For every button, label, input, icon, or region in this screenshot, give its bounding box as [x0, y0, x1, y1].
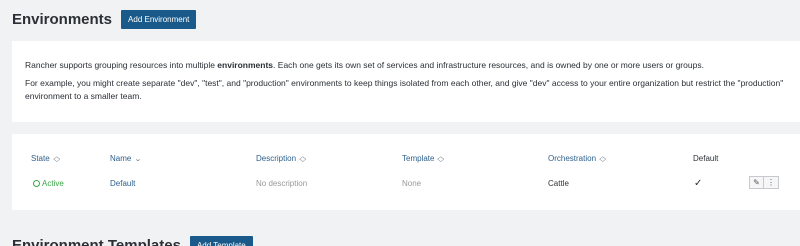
sort-icon: ◇	[299, 156, 307, 163]
state-badge: Active	[33, 179, 64, 188]
page-header: Environments Add Environment	[12, 10, 197, 29]
more-vertical-icon: ⋮	[767, 178, 775, 187]
column-header-name[interactable]: Name ⌄	[110, 154, 143, 163]
environment-description: No description	[256, 179, 308, 188]
add-template-button[interactable]: Add Template	[189, 236, 253, 246]
page-title: Environments	[12, 11, 113, 28]
sort-icon: ◇	[52, 156, 60, 163]
column-header-description[interactable]: Description ◇	[256, 154, 307, 163]
edit-button[interactable]: ✎	[749, 176, 764, 189]
more-actions-button[interactable]: ⋮	[764, 176, 779, 189]
sort-icon: ⌄	[134, 156, 143, 163]
active-circle-icon	[33, 180, 40, 187]
sort-icon: ◇	[437, 156, 445, 163]
environment-name-link[interactable]: Default	[110, 179, 135, 188]
pencil-icon: ✎	[753, 178, 760, 187]
row-actions: ✎ ⋮	[749, 176, 779, 189]
column-header-default: Default	[693, 154, 719, 163]
section-title: Environment Templates	[12, 237, 181, 246]
environment-template: None	[402, 179, 422, 188]
column-header-template[interactable]: Template ◇	[402, 154, 445, 163]
environment-orchestration: Cattle	[548, 179, 569, 188]
environments-table: State ◇ Name ⌄ Description ◇ Template ◇ Orch…	[12, 134, 800, 210]
add-environment-button[interactable]: Add Environment	[121, 10, 197, 29]
check-icon: ✓	[694, 178, 703, 189]
column-header-state[interactable]: State ◇	[31, 154, 60, 163]
sort-icon: ◇	[599, 156, 607, 163]
info-box: Rancher supports grouping resources into…	[12, 41, 800, 122]
info-paragraph-2: For example, you might create separate "…	[25, 78, 784, 101]
column-header-orchestration[interactable]: Orchestration ◇	[548, 154, 607, 163]
info-paragraph-1: Rancher supports grouping resources into…	[25, 60, 704, 70]
environment-templates-header: Environment Templates Add Template	[12, 236, 253, 246]
